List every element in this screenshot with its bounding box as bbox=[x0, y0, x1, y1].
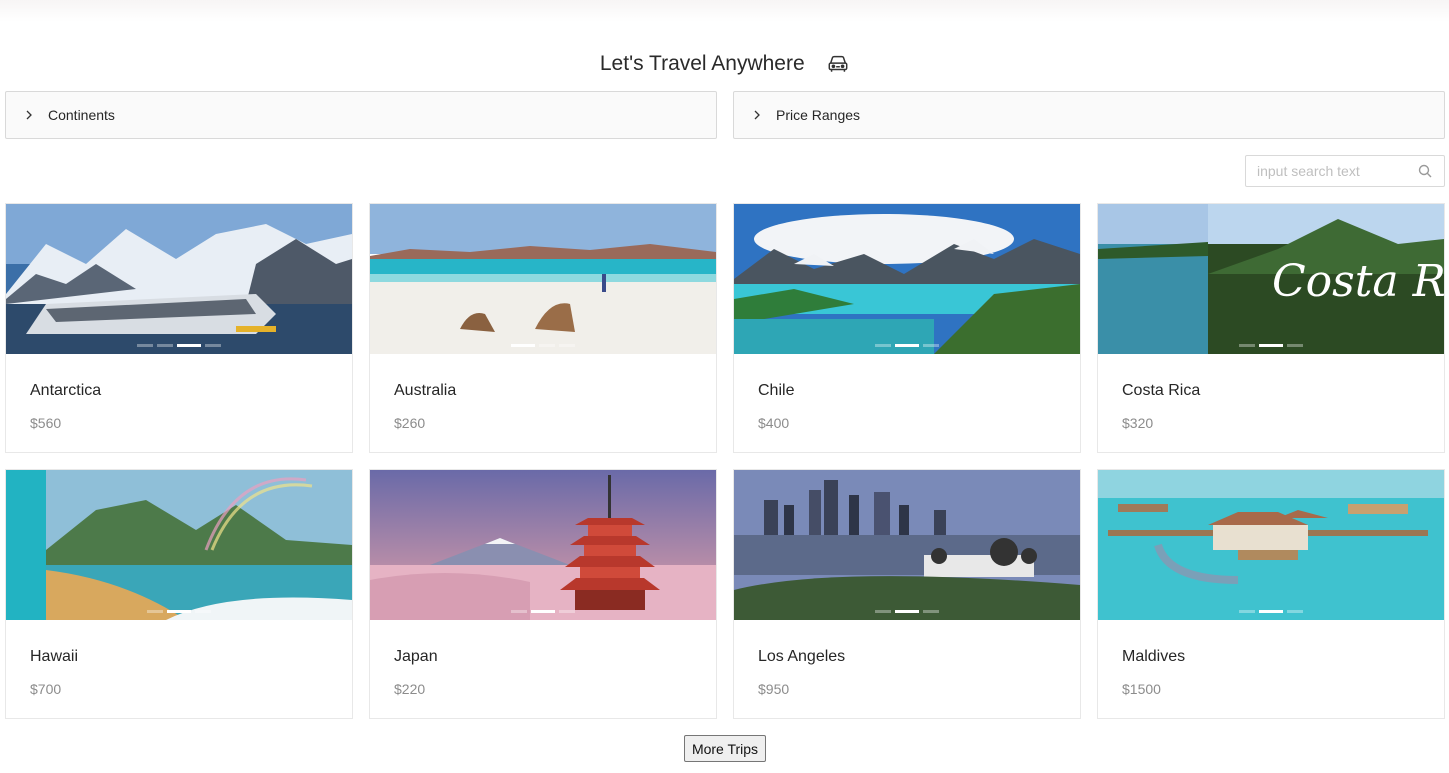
carousel-dots[interactable] bbox=[6, 610, 352, 613]
trip-card-los-angeles[interactable]: Los Angeles $950 bbox=[733, 469, 1081, 719]
top-shadow bbox=[0, 0, 1449, 22]
trip-name: Australia bbox=[394, 382, 457, 399]
trip-name: Japan bbox=[394, 648, 438, 665]
carousel-dots[interactable] bbox=[1098, 610, 1444, 613]
price-ranges-collapse[interactable]: Price Ranges bbox=[733, 91, 1445, 139]
maldives-image bbox=[1098, 470, 1444, 620]
trip-name: Maldives bbox=[1122, 648, 1186, 665]
search-box bbox=[1245, 155, 1445, 187]
more-trips-button[interactable]: More Trips bbox=[684, 735, 766, 762]
australia-image bbox=[370, 204, 716, 354]
car-icon bbox=[828, 55, 848, 72]
trip-card-hawaii[interactable]: Hawaii $700 bbox=[5, 469, 353, 719]
trip-name: Costa Rica bbox=[1122, 382, 1201, 399]
trip-image-carousel[interactable] bbox=[6, 204, 352, 354]
carousel-dots[interactable] bbox=[734, 610, 1080, 613]
carousel-dots[interactable] bbox=[370, 610, 716, 613]
antarctica-image bbox=[6, 204, 352, 354]
search-icon[interactable] bbox=[1418, 164, 1432, 178]
costa-rica-caption: Costa Ri bbox=[1272, 256, 1444, 307]
continents-label: Continents bbox=[48, 107, 115, 123]
los-angeles-image bbox=[734, 470, 1080, 620]
trip-image-carousel[interactable] bbox=[370, 470, 716, 620]
trip-name: Antarctica bbox=[30, 382, 102, 399]
trip-price: $260 bbox=[394, 415, 426, 431]
trip-card-australia[interactable]: Australia $260 bbox=[369, 203, 717, 453]
trip-name: Hawaii bbox=[30, 648, 79, 665]
japan-image bbox=[370, 470, 716, 620]
price-ranges-label: Price Ranges bbox=[776, 107, 861, 123]
trip-name: Chile bbox=[758, 382, 795, 399]
trip-card-antarctica[interactable]: Antarctica $560 bbox=[5, 203, 353, 453]
page-title: Let's Travel Anywhere bbox=[599, 52, 805, 75]
trip-price: $950 bbox=[758, 681, 790, 697]
trip-price: $320 bbox=[1122, 415, 1154, 431]
chevron-right-icon bbox=[754, 110, 760, 120]
search-input[interactable] bbox=[1246, 156, 1418, 186]
trip-image-carousel[interactable]: Costa Ri bbox=[1098, 204, 1444, 354]
carousel-dots[interactable] bbox=[370, 344, 716, 347]
chile-image bbox=[734, 204, 1080, 354]
trip-image-carousel[interactable] bbox=[734, 470, 1080, 620]
trip-image-carousel[interactable] bbox=[1098, 470, 1444, 620]
trip-card-costa-rica[interactable]: Costa Ri Costa Rica $320 bbox=[1097, 203, 1445, 453]
chevron-right-icon bbox=[26, 110, 32, 120]
continents-collapse[interactable]: Continents bbox=[5, 91, 717, 139]
trip-card-maldives[interactable]: Maldives $1500 bbox=[1097, 469, 1445, 719]
costa-rica-image: Costa Ri bbox=[1098, 204, 1444, 354]
page-header: Let's Travel Anywhere bbox=[0, 52, 1449, 76]
carousel-dots[interactable] bbox=[6, 344, 352, 347]
carousel-dots[interactable] bbox=[734, 344, 1080, 347]
trip-image-carousel[interactable] bbox=[370, 204, 716, 354]
trip-name: Los Angeles bbox=[758, 648, 846, 665]
trip-image-carousel[interactable] bbox=[734, 204, 1080, 354]
trip-price: $220 bbox=[394, 681, 426, 697]
trip-price: $560 bbox=[30, 415, 62, 431]
trip-price: $700 bbox=[30, 681, 62, 697]
trip-image-carousel[interactable] bbox=[6, 470, 352, 620]
trip-price: $1500 bbox=[1122, 681, 1161, 697]
trip-card-chile[interactable]: Chile $400 bbox=[733, 203, 1081, 453]
carousel-dots[interactable] bbox=[1098, 344, 1444, 347]
hawaii-image bbox=[6, 470, 352, 620]
trip-price: $400 bbox=[758, 415, 790, 431]
trip-card-japan[interactable]: Japan $220 bbox=[369, 469, 717, 719]
